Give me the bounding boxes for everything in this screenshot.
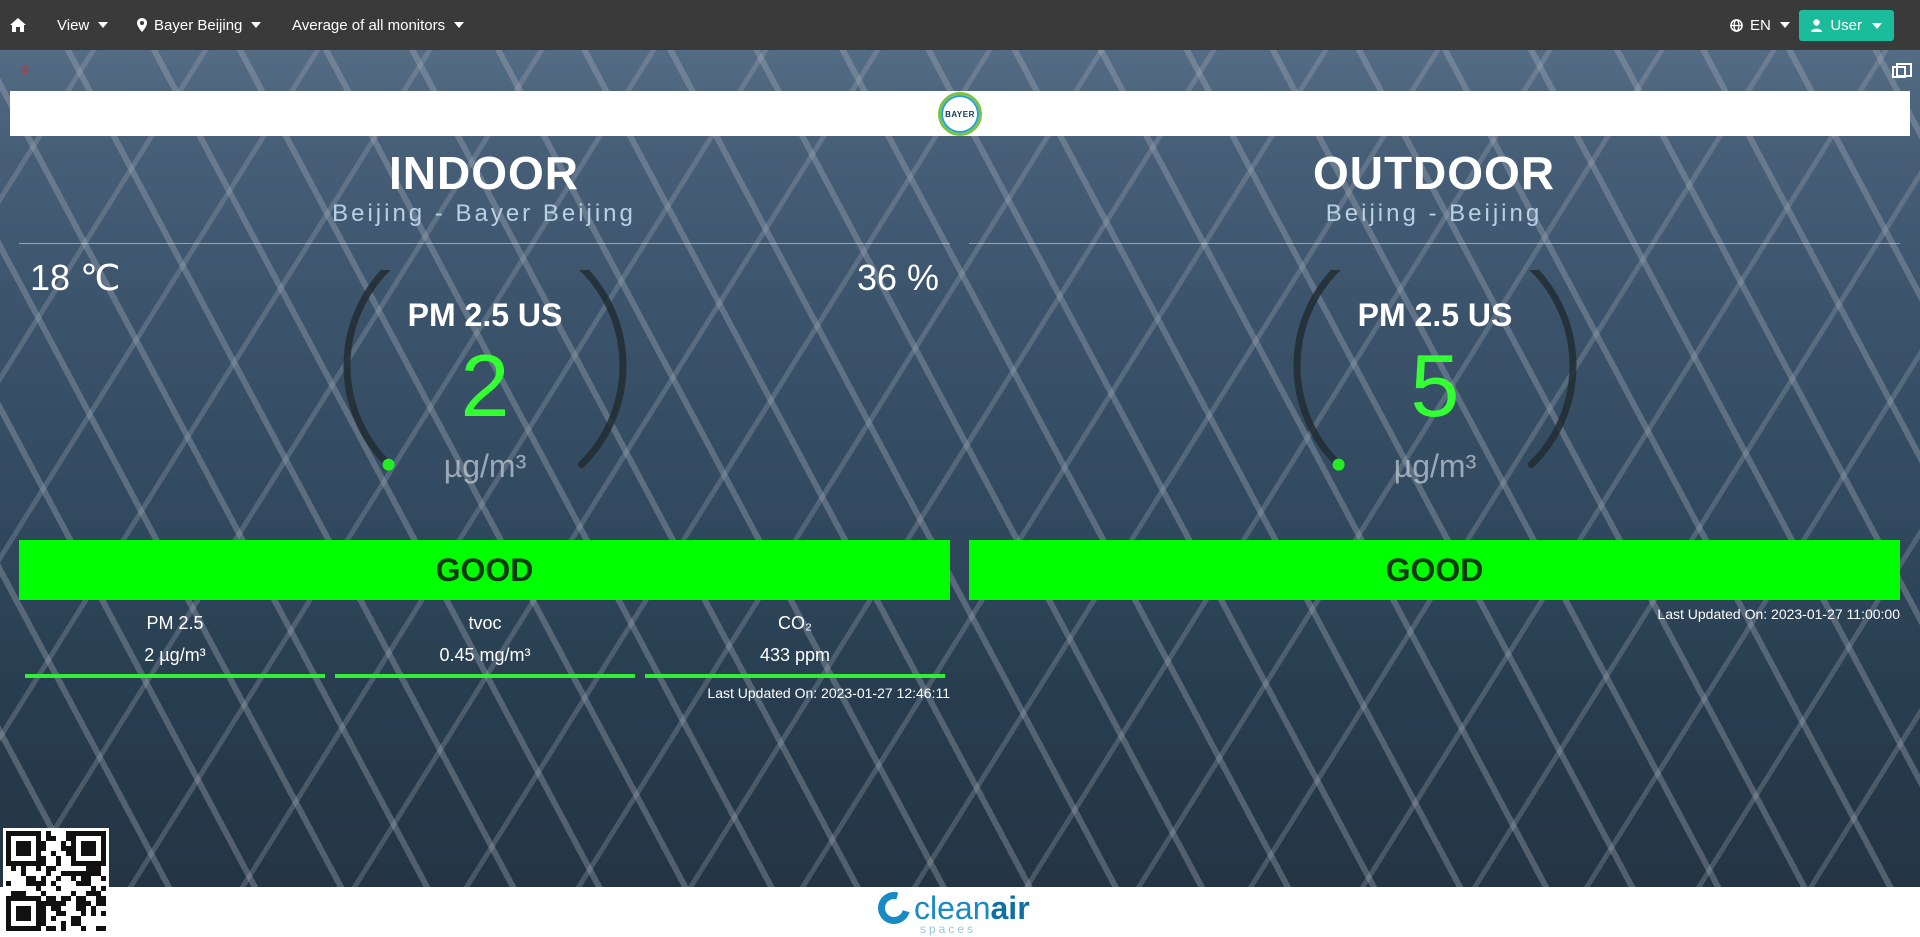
outdoor-last-updated: Last Updated On: 2023-01-27 11:00:00 <box>1657 606 1900 622</box>
indoor-status-label: GOOD <box>435 551 534 588</box>
outdoor-subtitle: Beijing - Beijing <box>1325 200 1543 227</box>
bayer-logo-text: BAYER <box>945 109 975 119</box>
outdoor-gauge-value: 5 <box>1410 336 1460 435</box>
restore-window-icon[interactable] <box>1892 63 1912 78</box>
map-marker-icon <box>137 18 147 32</box>
indoor-divider <box>19 243 950 244</box>
bayer-logo: BAYER <box>938 92 982 136</box>
language-menu[interactable]: EN <box>1730 0 1790 50</box>
top-navbar: View Bayer Beijing Average of all monito… <box>0 0 1920 50</box>
chevron-down-icon <box>1872 22 1882 29</box>
monitors-menu[interactable]: Average of all monitors <box>292 0 465 50</box>
user-menu-label: User <box>1830 17 1862 34</box>
cleanair-logo: cleanair <box>872 886 1030 930</box>
close-icon[interactable]: ⊗ <box>20 65 30 76</box>
indoor-pm25-gauge: PM 2.5 US 2 µg/m³ <box>340 270 630 560</box>
indoor-last-updated: Last Updated On: 2023-01-27 12:46:11 <box>707 685 950 701</box>
user-menu-button[interactable]: User <box>1799 10 1894 41</box>
indoor-metric-co2-bar <box>645 674 945 678</box>
indoor-metric-tvoc: tvoc 0.45 mg/m³ <box>335 613 635 666</box>
indoor-title: INDOOR <box>389 147 579 199</box>
globe-icon <box>1730 18 1743 32</box>
chevron-down-icon <box>251 22 262 28</box>
outdoor-gauge-unit: µg/m³ <box>1393 448 1477 484</box>
indoor-gauge-label: PM 2.5 US <box>407 297 563 333</box>
indoor-metric-pm25: PM 2.5 2 µg/m³ <box>25 613 325 666</box>
cleanair-logo-text: cleanair <box>914 890 1030 926</box>
indoor-gauge-value: 2 <box>460 336 510 435</box>
indoor-metric-co2: CO₂ 433 ppm <box>645 613 945 666</box>
home-button[interactable] <box>10 0 26 50</box>
language-menu-label: EN <box>1750 16 1771 34</box>
metric-value: 2 µg/m³ <box>144 645 206 665</box>
indoor-humidity: 36 % <box>857 257 940 298</box>
indoor-status-bar: GOOD <box>19 540 950 600</box>
chevron-down-icon <box>98 22 109 28</box>
cleanair-logo-mark <box>872 886 916 930</box>
cleanair-logo-subtext: spaces <box>920 922 977 936</box>
chevron-down-icon <box>454 22 465 28</box>
view-menu[interactable]: View <box>57 0 109 50</box>
indoor-metric-tvoc-bar <box>335 674 635 678</box>
outdoor-gauge-label: PM 2.5 US <box>1357 297 1513 333</box>
metric-name: CO₂ <box>778 613 812 633</box>
chevron-down-icon <box>1779 22 1790 28</box>
indoor-metric-pm25-bar <box>25 674 325 678</box>
outdoor-title: OUTDOOR <box>1312 147 1556 199</box>
logo-strip: BAYER <box>10 91 1910 136</box>
dashboard-stage: ⊗ BAYER INDOOR Beijing - Bayer Beijing 1… <box>0 50 1920 887</box>
outdoor-status-bar: GOOD <box>969 540 1900 600</box>
location-menu-label: Bayer Beijing <box>154 16 243 34</box>
location-menu[interactable]: Bayer Beijing <box>137 0 262 50</box>
user-icon <box>1811 19 1823 32</box>
outdoor-pm25-gauge: PM 2.5 US 5 µg/m³ <box>1290 270 1580 560</box>
metric-value: 433 ppm <box>759 645 831 665</box>
indoor-temperature: 18 ℃ <box>30 257 121 298</box>
outdoor-divider <box>969 243 1900 244</box>
indoor-gauge-unit: µg/m³ <box>443 448 527 484</box>
metric-value: 0.45 mg/m³ <box>439 645 531 665</box>
outdoor-status-label: GOOD <box>1385 551 1484 588</box>
view-menu-label: View <box>57 16 90 34</box>
monitors-menu-label: Average of all monitors <box>292 16 446 34</box>
metric-name: PM 2.5 <box>146 613 204 633</box>
metric-name: tvoc <box>468 613 502 633</box>
home-icon <box>10 18 26 32</box>
indoor-subtitle: Beijing - Bayer Beijing <box>332 200 636 227</box>
